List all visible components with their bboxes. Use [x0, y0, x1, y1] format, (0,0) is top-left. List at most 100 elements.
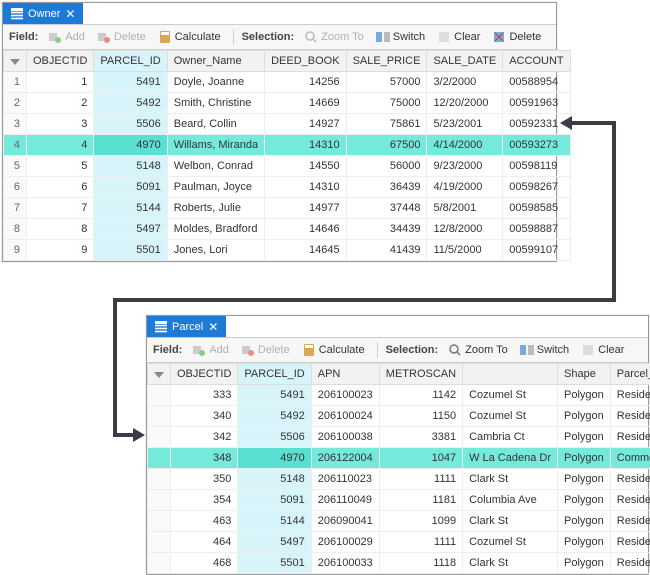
table-row[interactable]: 225492Smith, Christine146697500012/20/20… — [4, 93, 571, 114]
cell[interactable]: 5492 — [238, 406, 311, 427]
cell[interactable]: 8 — [27, 219, 94, 240]
cell[interactable]: 5091 — [238, 490, 311, 511]
cell[interactable]: 1111 — [379, 532, 462, 553]
parcel-tab[interactable]: Parcel ✕ — [147, 316, 226, 337]
cell[interactable]: Jones, Lori — [167, 240, 264, 261]
cell[interactable]: Residential — [610, 469, 650, 490]
cell[interactable]: 14927 — [265, 114, 346, 135]
cell[interactable]: 206100023 — [311, 385, 379, 406]
cell[interactable]: 4/19/2000 — [427, 177, 503, 198]
column-header[interactable]: PARCEL_ID — [94, 51, 167, 72]
cell[interactable]: 3 — [27, 114, 94, 135]
cell[interactable]: 00598887 — [503, 219, 570, 240]
column-header[interactable]: ACCOUNT — [503, 51, 570, 72]
cell[interactable]: Residential — [610, 406, 650, 427]
switch-button[interactable]: Switch — [516, 341, 573, 359]
column-header[interactable]: Owner_Name — [167, 51, 264, 72]
column-header[interactable] — [463, 364, 558, 385]
table-row[interactable]: 665091Paulman, Joyce14310364394/19/20000… — [4, 177, 571, 198]
table-row[interactable]: 46351442060900411099Clark StPolygonResid… — [148, 511, 650, 532]
cell[interactable]: 350 — [171, 469, 238, 490]
cell[interactable]: 14645 — [265, 240, 346, 261]
cell[interactable]: Residential — [610, 532, 650, 553]
table-row[interactable]: 46454972061000291111Cozumel StPolygonRes… — [148, 532, 650, 553]
cell[interactable]: 37448 — [346, 198, 427, 219]
cell[interactable]: 5506 — [94, 114, 167, 135]
cell[interactable]: W La Cadena Dr — [463, 448, 558, 469]
cell[interactable]: 5501 — [94, 240, 167, 261]
cell[interactable]: Clark St — [463, 553, 558, 574]
cell[interactable]: 00598585 — [503, 198, 570, 219]
table-row[interactable]: 33354912061000231142Cozumel StPolygonRes… — [148, 385, 650, 406]
column-header[interactable]: APN — [311, 364, 379, 385]
calculate-button[interactable]: Calculate — [298, 341, 369, 359]
column-header[interactable]: METROSCAN — [379, 364, 462, 385]
cell[interactable]: 5497 — [94, 219, 167, 240]
cell[interactable]: 206100024 — [311, 406, 379, 427]
cell[interactable]: 5497 — [238, 532, 311, 553]
cell[interactable]: 1181 — [379, 490, 462, 511]
column-header[interactable]: OBJECTID — [27, 51, 94, 72]
cell[interactable]: 57000 — [346, 72, 427, 93]
cell[interactable]: 206110049 — [311, 490, 379, 511]
cell[interactable]: 206110023 — [311, 469, 379, 490]
cell[interactable]: 14310 — [265, 177, 346, 198]
column-header[interactable]: Parcel_type — [610, 364, 650, 385]
cell[interactable]: 36439 — [346, 177, 427, 198]
close-icon[interactable]: ✕ — [208, 321, 218, 333]
cell[interactable]: 206100033 — [311, 553, 379, 574]
cell[interactable]: 14550 — [265, 156, 346, 177]
cell[interactable]: Polygon — [558, 406, 611, 427]
delete-field-button[interactable]: Delete — [93, 28, 150, 46]
delete-field-button[interactable]: Delete — [237, 341, 294, 359]
cell[interactable]: 00598267 — [503, 177, 570, 198]
cell[interactable]: 340 — [171, 406, 238, 427]
cell[interactable]: 7 — [27, 198, 94, 219]
cell[interactable]: 1047 — [379, 448, 462, 469]
cell[interactable]: Polygon — [558, 553, 611, 574]
cell[interactable]: Polygon — [558, 469, 611, 490]
cell[interactable]: Cambria Ct — [463, 427, 558, 448]
table-row[interactable]: 775144Roberts, Julie14977374485/8/200100… — [4, 198, 571, 219]
cell[interactable]: Doyle, Joanne — [167, 72, 264, 93]
cell[interactable]: 14646 — [265, 219, 346, 240]
cell[interactable]: 5 — [27, 156, 94, 177]
cell[interactable]: 12/20/2000 — [427, 93, 503, 114]
cell[interactable]: 5144 — [238, 511, 311, 532]
cell[interactable]: 1118 — [379, 553, 462, 574]
table-row[interactable]: 444970Willams, Miranda14310675004/14/200… — [4, 135, 571, 156]
cell[interactable]: 00591963 — [503, 93, 570, 114]
cell[interactable]: 00598119 — [503, 156, 570, 177]
calculate-button[interactable]: Calculate — [154, 28, 225, 46]
cell[interactable]: 206090041 — [311, 511, 379, 532]
cell[interactable]: 75000 — [346, 93, 427, 114]
cell[interactable]: 1142 — [379, 385, 462, 406]
cell[interactable]: Clark St — [463, 511, 558, 532]
cell[interactable]: 14977 — [265, 198, 346, 219]
parcel-table[interactable]: OBJECTIDPARCEL_IDAPNMETROSCANShapeParcel… — [147, 363, 650, 574]
cell[interactable]: 00593273 — [503, 135, 570, 156]
table-row[interactable]: 34849702061220041047W La Cadena DrPolygo… — [148, 448, 650, 469]
switch-button[interactable]: Switch — [372, 28, 429, 46]
cell[interactable]: Cozumel St — [463, 385, 558, 406]
cell[interactable]: 5491 — [94, 72, 167, 93]
cell[interactable]: 3/2/2000 — [427, 72, 503, 93]
cell[interactable]: 333 — [171, 385, 238, 406]
close-icon[interactable]: ✕ — [65, 8, 75, 20]
cell[interactable]: 5148 — [238, 469, 311, 490]
cell[interactable]: 5492 — [94, 93, 167, 114]
cell[interactable]: 00592331 — [503, 114, 570, 135]
cell[interactable]: 11/5/2000 — [427, 240, 503, 261]
cell[interactable]: 5506 — [238, 427, 311, 448]
cell[interactable]: 14669 — [265, 93, 346, 114]
cell[interactable]: Moldes, Bradford — [167, 219, 264, 240]
cell[interactable]: 463 — [171, 511, 238, 532]
cell[interactable]: 4970 — [94, 135, 167, 156]
add-field-button[interactable]: Add — [44, 28, 89, 46]
zoom-to-button[interactable]: Zoom To — [444, 341, 512, 359]
zoom-to-button[interactable]: Zoom To — [300, 28, 368, 46]
cell[interactable]: 12/8/2000 — [427, 219, 503, 240]
owner-tab[interactable]: Owner ✕ — [3, 3, 83, 24]
cell[interactable]: 4 — [27, 135, 94, 156]
cell[interactable]: 468 — [171, 553, 238, 574]
